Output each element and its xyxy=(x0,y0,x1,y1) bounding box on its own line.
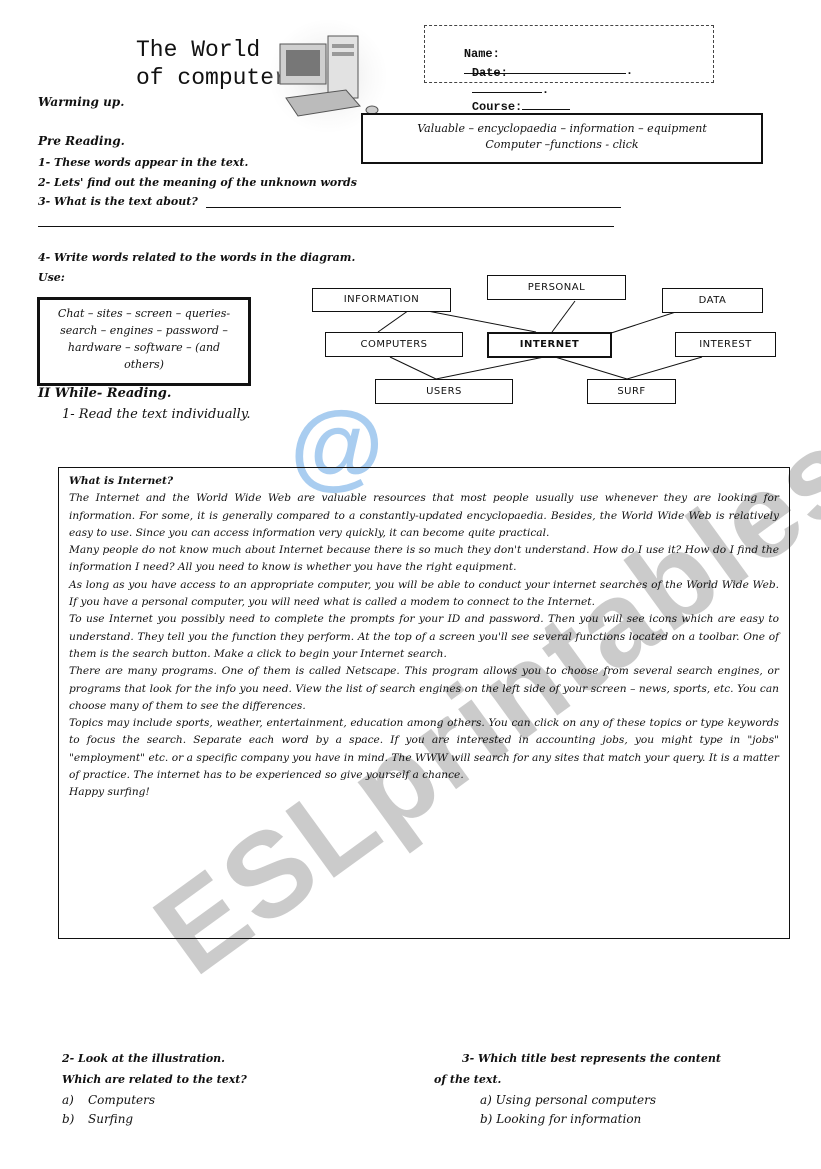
node-internet: INTERNET xyxy=(487,332,612,358)
question-2-option-a[interactable]: a) Computers xyxy=(62,1093,155,1107)
word-diagram: INFORMATION PERSONAL DATA COMPUTERS INTE… xyxy=(300,265,790,415)
article-paragraph: The Internet and the World Wide Web are … xyxy=(69,492,779,539)
question-2-subprompt: Which are related to the text? xyxy=(62,1073,247,1086)
warming-up-heading: Warming up. xyxy=(38,95,125,109)
option-text: Using personal computers xyxy=(495,1093,656,1107)
article-paragraph: There are many programs. One of them is … xyxy=(69,665,779,712)
vocabulary-box: Valuable – encyclopaedia – information –… xyxy=(361,113,763,164)
question-3-option-b[interactable]: b) Looking for information xyxy=(480,1112,641,1126)
article-paragraph: As long as you have access to an appropr… xyxy=(69,578,779,609)
answer-line-1[interactable] xyxy=(206,207,621,208)
article-paragraph: Topics may include sports, weather, ente… xyxy=(69,717,779,782)
connector-interest-surf xyxy=(626,356,703,380)
question-2-option-b[interactable]: b) Surfing xyxy=(62,1112,133,1126)
option-letter: a) xyxy=(480,1093,492,1107)
option-text: Computers xyxy=(88,1093,156,1107)
pre-reading-q3: 3- What is the text about? xyxy=(38,195,198,208)
date-field[interactable] xyxy=(471,80,542,93)
question-3-prompt: 3- Which title best represents the conte… xyxy=(462,1052,721,1065)
article-closing: Happy surfing! xyxy=(69,786,150,799)
connector-internet-users xyxy=(435,356,545,380)
article-title: What is Internet? xyxy=(69,475,174,487)
date-label: Date: xyxy=(471,66,508,80)
while-reading-step-1: 1- Read the text individually. xyxy=(62,407,251,422)
connector-computers-users xyxy=(389,356,437,380)
node-users: USERS xyxy=(375,379,513,404)
pre-reading-q1: 1- These words appear in the text. xyxy=(38,156,249,169)
node-information: INFORMATION xyxy=(312,288,451,312)
option-text: Surfing xyxy=(88,1112,134,1126)
article-paragraph: To use Internet you possibly need to com… xyxy=(69,613,779,660)
pre-reading-q2: 2- Lets' find out the meaning of the unk… xyxy=(38,176,357,189)
connector-internet-surf xyxy=(554,356,628,380)
article-paragraph: Many people do not know much about Inter… xyxy=(69,544,779,574)
answer-line-2[interactable] xyxy=(38,226,614,227)
diagram-question: 4- Write words related to the words in t… xyxy=(38,251,356,264)
option-letter: b) xyxy=(480,1112,493,1126)
question-3-option-a[interactable]: a) Using personal computers xyxy=(480,1093,656,1107)
node-data: DATA xyxy=(662,288,763,313)
use-label: Use: xyxy=(38,271,65,284)
reading-text-box: What is Internet? The Internet and the W… xyxy=(58,467,790,939)
option-letter: b) xyxy=(62,1112,75,1126)
node-computers: COMPUTERS xyxy=(325,332,463,357)
connector-personal-internet xyxy=(551,300,576,333)
word-bank-text: Chat – sites – screen – queries- search … xyxy=(57,307,231,371)
option-text: Looking for information xyxy=(496,1112,642,1126)
node-interest: INTEREST xyxy=(675,332,776,357)
option-letter: a) xyxy=(62,1093,74,1107)
question-3-subprompt: of the text. xyxy=(434,1073,502,1086)
student-info-box: Name: . Date: . Course: xyxy=(424,25,714,114)
vocab-line-1: Valuable – encyclopaedia – information –… xyxy=(417,122,707,135)
word-bank-box: Chat – sites – screen – queries- search … xyxy=(37,297,251,386)
node-personal: PERSONAL xyxy=(487,275,626,300)
node-surf: SURF xyxy=(587,379,676,404)
question-2-prompt: 2- Look at the illustration. xyxy=(62,1052,226,1065)
pre-reading-heading: Pre Reading. xyxy=(38,134,125,148)
course-field[interactable] xyxy=(522,97,571,110)
course-label: Course: xyxy=(471,100,523,114)
while-reading-heading: II While- Reading. xyxy=(38,386,172,401)
vocab-line-2: Computer –functions - click xyxy=(485,138,639,151)
